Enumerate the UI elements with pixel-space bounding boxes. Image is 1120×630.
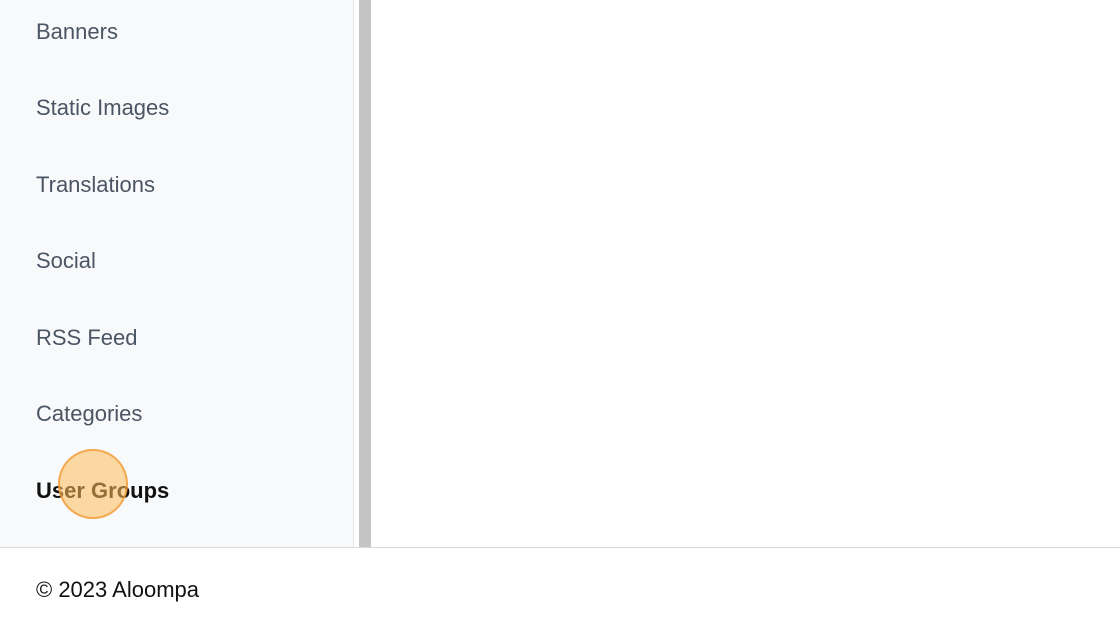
footer: © 2023 Aloompa bbox=[0, 547, 1120, 630]
sidebar: Banners Static Images Translations Socia… bbox=[0, 0, 354, 547]
sidebar-item-banners[interactable]: Banners bbox=[36, 18, 118, 46]
sidebar-item-static-images[interactable]: Static Images bbox=[36, 94, 169, 122]
sidebar-item-categories[interactable]: Categories bbox=[36, 400, 142, 428]
app-window: Banners Static Images Translations Socia… bbox=[0, 0, 1120, 630]
sidebar-resize-handle[interactable] bbox=[359, 0, 371, 547]
sidebar-item-translations[interactable]: Translations bbox=[36, 171, 155, 199]
main-content-area bbox=[371, 0, 1120, 547]
sidebar-item-user-groups[interactable]: User Groups bbox=[36, 477, 169, 505]
sidebar-item-social[interactable]: Social bbox=[36, 247, 96, 275]
sidebar-item-rss-feed[interactable]: RSS Feed bbox=[36, 324, 138, 352]
footer-copyright: © 2023 Aloompa bbox=[36, 577, 199, 602]
